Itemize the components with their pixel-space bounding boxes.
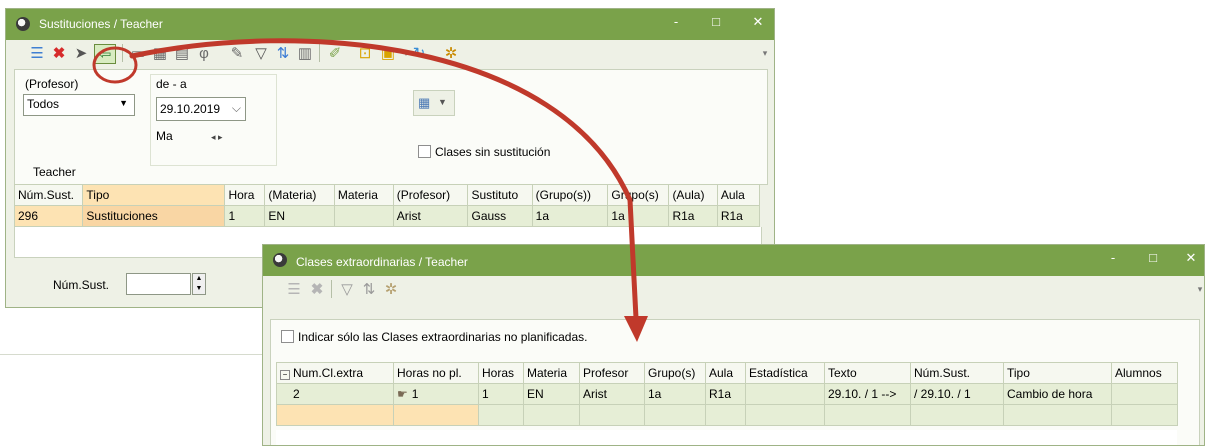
annotation-arrow	[129, 38, 639, 321]
annotation-overlay	[92, 38, 648, 342]
arrow-head	[624, 316, 648, 342]
highlight-circle	[92, 46, 138, 84]
